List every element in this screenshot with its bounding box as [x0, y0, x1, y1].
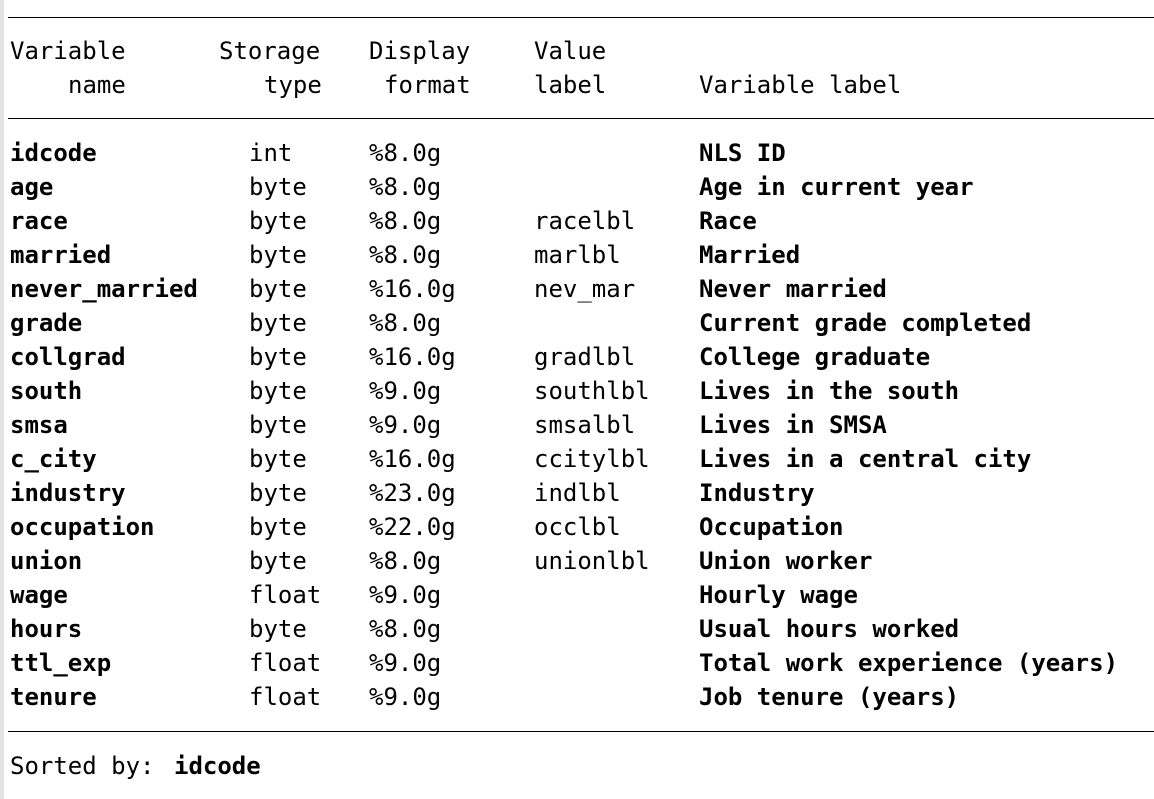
value-label: indlbl — [534, 479, 621, 507]
value-label: racelbl — [534, 207, 636, 235]
variable-name: collgrad — [10, 343, 126, 371]
storage-type: byte — [249, 547, 307, 575]
variable-name: idcode — [10, 139, 97, 167]
storage-type: byte — [249, 309, 307, 337]
header-display-line1: Display — [369, 37, 471, 65]
display-format: %9.0g — [369, 377, 442, 405]
variable-name: hours — [10, 615, 83, 643]
display-format: %16.0g — [369, 445, 456, 473]
value-label: occlbl — [534, 513, 621, 541]
storage-type: float — [249, 683, 322, 711]
variable-label: Total work experience (years) — [699, 649, 1119, 677]
value-label: gradlbl — [534, 343, 636, 371]
header-value-line1: Value — [534, 37, 607, 65]
value-label: southlbl — [534, 377, 650, 405]
variable-label: College graduate — [699, 343, 931, 371]
header-rule — [8, 118, 1154, 119]
header-storage-line1: Storage — [219, 37, 321, 65]
sorted-by-value: idcode — [174, 752, 261, 780]
display-format: %8.0g — [369, 241, 442, 269]
value-label: ccitylbl — [534, 445, 650, 473]
variable-name: industry — [10, 479, 126, 507]
value-label: unionlbl — [534, 547, 650, 575]
bottom-rule — [8, 731, 1154, 732]
variable-label: Lives in a central city — [699, 445, 1032, 473]
variable-label: Current grade completed — [699, 309, 1032, 337]
header-storage-line2: type — [264, 71, 322, 99]
display-format: %9.0g — [369, 683, 442, 711]
value-label: nev_mar — [534, 275, 636, 303]
storage-type: byte — [249, 377, 307, 405]
storage-type: int — [249, 139, 293, 167]
variable-name: smsa — [10, 411, 68, 439]
header-variable-label: Variable label — [699, 71, 902, 99]
storage-type: byte — [249, 411, 307, 439]
header-name-line2: name — [68, 71, 126, 99]
storage-type: float — [249, 581, 322, 609]
display-format: %9.0g — [369, 581, 442, 609]
top-rule — [8, 17, 1154, 18]
variable-label: Married — [699, 241, 801, 269]
storage-type: byte — [249, 207, 307, 235]
variable-name: ttl_exp — [10, 649, 112, 677]
variable-name: south — [10, 377, 83, 405]
variable-name: union — [10, 547, 83, 575]
variable-name: race — [10, 207, 68, 235]
variable-name: tenure — [10, 683, 97, 711]
variable-name: c_city — [10, 445, 97, 473]
variable-label: Union worker — [699, 547, 873, 575]
variable-name: wage — [10, 581, 68, 609]
variable-name: never_married — [10, 275, 198, 303]
variable-label: Age in current year — [699, 173, 974, 201]
sorted-by-label: Sorted by: — [10, 752, 155, 780]
storage-type: byte — [249, 479, 307, 507]
display-format: %8.0g — [369, 207, 442, 235]
header-value-line2: label — [534, 71, 607, 99]
variable-name: grade — [10, 309, 83, 337]
variable-label: NLS ID — [699, 139, 786, 167]
display-format: %8.0g — [369, 615, 442, 643]
display-format: %16.0g — [369, 343, 456, 371]
storage-type: byte — [249, 343, 307, 371]
variable-label: Occupation — [699, 513, 844, 541]
value-label: smsalbl — [534, 411, 636, 439]
storage-type: float — [249, 649, 322, 677]
display-format: %9.0g — [369, 411, 442, 439]
storage-type: byte — [249, 513, 307, 541]
display-format: %9.0g — [369, 649, 442, 677]
variable-label: Lives in SMSA — [699, 411, 887, 439]
storage-type: byte — [249, 275, 307, 303]
display-format: %23.0g — [369, 479, 456, 507]
variable-label: Job tenure (years) — [699, 683, 960, 711]
header-name-line1: Variable — [10, 37, 126, 65]
display-format: %8.0g — [369, 547, 442, 575]
storage-type: byte — [249, 445, 307, 473]
storage-type: byte — [249, 241, 307, 269]
variable-label: Usual hours worked — [699, 615, 960, 643]
display-format: %16.0g — [369, 275, 456, 303]
variable-name: age — [10, 173, 54, 201]
display-format: %22.0g — [369, 513, 456, 541]
header-display-line2: format — [384, 71, 471, 99]
storage-type: byte — [249, 173, 307, 201]
variable-name: married — [10, 241, 112, 269]
variable-name: occupation — [10, 513, 155, 541]
variable-label: Never married — [699, 275, 887, 303]
left-margin-bar — [0, 0, 4, 799]
display-format: %8.0g — [369, 139, 442, 167]
variable-label: Hourly wage — [699, 581, 858, 609]
variable-label: Lives in the south — [699, 377, 960, 405]
display-format: %8.0g — [369, 309, 442, 337]
variable-label: Race — [699, 207, 757, 235]
value-label: marlbl — [534, 241, 621, 269]
storage-type: byte — [249, 615, 307, 643]
display-format: %8.0g — [369, 173, 442, 201]
variable-label: Industry — [699, 479, 815, 507]
